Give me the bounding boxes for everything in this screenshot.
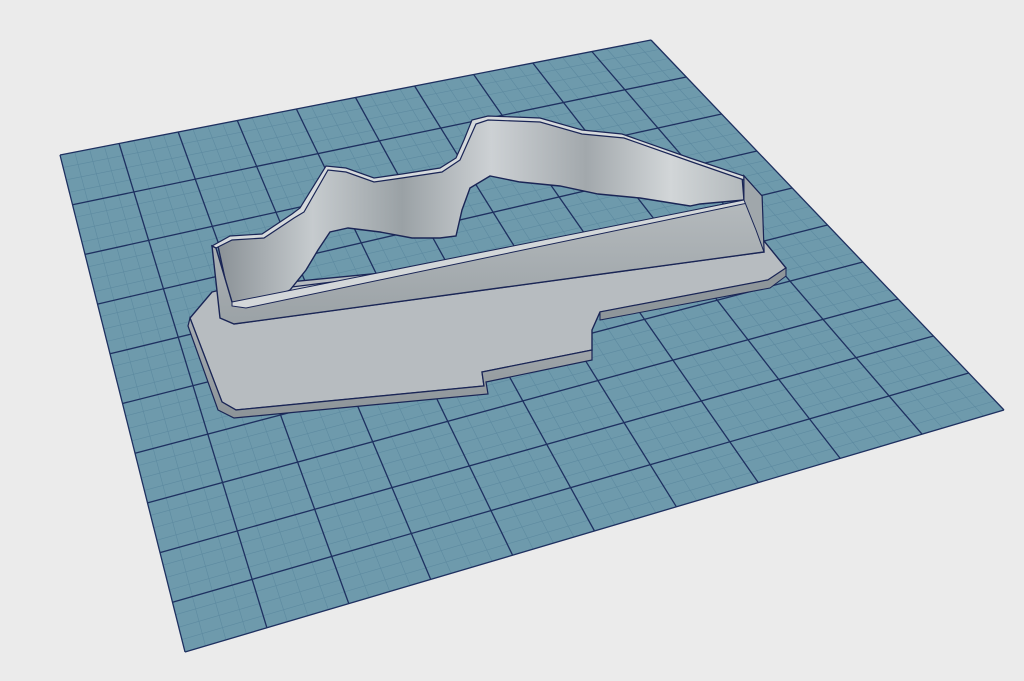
3d-viewport[interactable] — [0, 0, 1024, 681]
scene-canvas[interactable] — [0, 0, 1024, 681]
